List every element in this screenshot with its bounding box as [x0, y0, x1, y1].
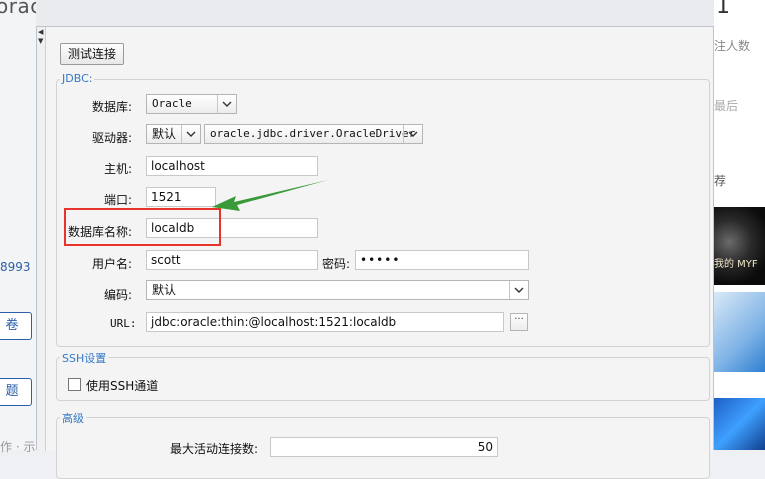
- url-label: URL:: [110, 317, 137, 330]
- use-ssh-checkbox[interactable]: [68, 378, 81, 391]
- username-label: 用户名:: [92, 257, 133, 271]
- chevron-down-icon: [403, 125, 422, 143]
- connection-dialog: ◀ ▼ 测试连接 JDBC: 数据库: Oracle 驱动器: 默认 oracl…: [36, 26, 714, 479]
- port-label: 端口:: [104, 193, 133, 207]
- background-left-button-2[interactable]: 题: [0, 378, 32, 406]
- database-name-input[interactable]: localdb: [146, 218, 318, 238]
- dialog-panel: 测试连接 JDBC: 数据库: Oracle 驱动器: 默认 oracle.jd…: [46, 27, 713, 479]
- test-connection-button[interactable]: 测试连接: [60, 43, 125, 65]
- max-active-connections-input[interactable]: 50: [270, 437, 498, 457]
- password-label: 密码:: [322, 257, 351, 271]
- recommendation-thumbnail-3[interactable]: [714, 398, 765, 450]
- edge-arrow-down-icon[interactable]: ▼: [38, 37, 43, 45]
- background-right-column: 1 注人数 最后 荐 我的 MYF: [714, 0, 765, 450]
- recommendation-thumbnail-1[interactable]: 我的 MYF: [714, 207, 765, 285]
- background-left-button-1[interactable]: 卷: [0, 312, 32, 340]
- database-select[interactable]: Oracle: [146, 94, 237, 114]
- url-more-button[interactable]: ···: [510, 313, 528, 331]
- max-active-connections-label: 最大活动连接数:: [170, 442, 259, 456]
- driver-label: 驱动器:: [92, 131, 133, 145]
- database-name-label: 数据库名称:: [68, 225, 133, 239]
- edge-arrow-up-icon[interactable]: ◀: [38, 28, 43, 36]
- background-left-column: 8993 卷 题 作 · 示: [0, 0, 36, 454]
- driver-mode-select[interactable]: 默认: [146, 124, 201, 144]
- thumbnail-caption: 我的 MYF: [714, 259, 758, 270]
- background-right-label-1: 注人数: [714, 39, 751, 53]
- host-input[interactable]: localhost: [146, 156, 318, 176]
- background-right-label-2: 最后: [714, 99, 739, 113]
- background-left-footer: 作 · 示: [0, 440, 36, 454]
- driver-class-select[interactable]: oracle.jdbc.driver.OracleDriver: [204, 124, 423, 144]
- background-left-number: 8993: [0, 260, 31, 274]
- driver-mode-value: 默认: [152, 127, 177, 141]
- use-ssh-label: 使用SSH通道: [86, 379, 159, 393]
- annotation-arrow-icon: [212, 180, 328, 211]
- background-right-count: 1: [716, 0, 730, 19]
- jdbc-group: JDBC:: [56, 72, 710, 347]
- encoding-select-value: 默认: [152, 283, 177, 297]
- encoding-select[interactable]: 默认: [146, 280, 529, 300]
- chevron-down-icon: [217, 95, 236, 113]
- database-select-value: Oracle: [152, 97, 192, 110]
- advanced-group-title: 高级: [60, 410, 86, 426]
- recommendation-thumbnail-2[interactable]: [714, 292, 765, 372]
- background-right-label-3: 荐: [714, 174, 727, 188]
- encoding-label: 编码:: [104, 288, 133, 302]
- driver-class-value: oracle.jdbc.driver.OracleDriver: [210, 127, 416, 140]
- username-input[interactable]: scott: [146, 250, 318, 270]
- ssh-group-title: SSH设置: [60, 350, 109, 366]
- port-input[interactable]: 1521: [146, 187, 216, 207]
- dialog-collapse-edge[interactable]: ◀ ▼: [37, 27, 46, 451]
- host-label: 主机:: [104, 162, 133, 176]
- chevron-down-icon: [509, 281, 528, 299]
- jdbc-group-title: JDBC:: [60, 72, 95, 85]
- chevron-down-icon: [181, 125, 200, 143]
- password-input[interactable]: •••••: [355, 250, 529, 270]
- background-header-band: [36, 0, 714, 26]
- url-input[interactable]: jdbc:oracle:thin:@localhost:1521:localdb: [146, 312, 504, 332]
- database-label: 数据库:: [92, 100, 133, 114]
